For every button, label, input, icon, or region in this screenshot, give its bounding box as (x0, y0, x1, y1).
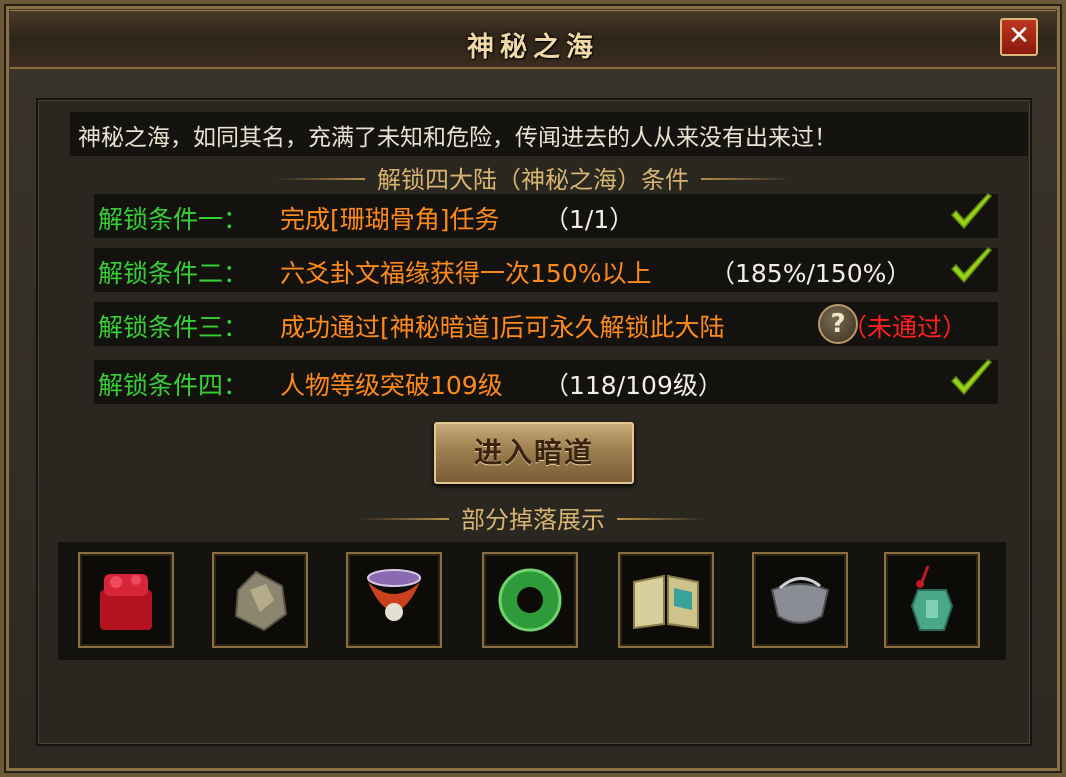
ornament-right (701, 178, 791, 180)
ornament-right (617, 518, 707, 520)
condition-row-4: 解锁条件四： 人物等级突破109级 （118/109级） (94, 359, 998, 404)
check-icon (950, 193, 993, 230)
condition-label: 解锁条件一： (98, 205, 249, 234)
condition-label: 解锁条件二： (98, 259, 249, 288)
conditions-header-text: 解锁四大陆（神秘之海）条件 (377, 166, 689, 194)
red-seal-icon (100, 574, 152, 630)
jade-ring-icon (498, 568, 562, 632)
open-book-icon (633, 574, 699, 630)
title-bar: 神秘之海 (10, 10, 1056, 69)
window-title: 神秘之海 (467, 32, 599, 63)
jade-pendant-icon (910, 565, 954, 631)
drop-slot-1[interactable] (78, 552, 174, 648)
condition-row-3: 解锁条件三： 成功通过[神秘暗道]后可永久解锁此大陆 ? （未通过） (94, 302, 998, 346)
drop-slot-6[interactable] (752, 552, 848, 648)
drop-slot-7[interactable] (884, 552, 980, 648)
drop-slot-3[interactable] (346, 552, 442, 648)
description-text: 神秘之海，如同其名，充满了未知和危险，传闻进去的人从来没有出来过！ (78, 125, 837, 151)
condition-status-failed: （未通过） (842, 313, 968, 342)
condition-task: 人物等级突破109级 (280, 371, 503, 400)
condition-progress: （185%/150%） (710, 259, 912, 288)
drop-slot-4[interactable] (482, 552, 578, 648)
condition-row-2: 解锁条件二： 六爻卦文福缘获得一次150%以上 （185%/150%） (94, 247, 998, 292)
cloth-bag-icon (770, 577, 830, 624)
ornament-left (275, 178, 365, 180)
close-button[interactable]: ✕ (1000, 18, 1038, 56)
drops-header-text: 部分掉落展示 (461, 506, 605, 534)
condition-task: 成功通过[神秘暗道]后可永久解锁此大陆 (280, 313, 725, 342)
stone-ore-icon (234, 570, 288, 632)
condition-task: 六爻卦文福缘获得一次150%以上 (280, 259, 652, 288)
condition-label: 解锁条件三： (98, 313, 249, 342)
condition-label: 解锁条件四： (98, 371, 249, 400)
conditions-header: 解锁四大陆（神秘之海）条件 (0, 160, 1066, 195)
condition-progress: （1/1） (544, 205, 635, 234)
ornate-belt-icon (367, 569, 421, 621)
enter-passage-button[interactable]: 进入暗道 (434, 422, 634, 484)
condition-row-1: 解锁条件一： 完成[珊瑚骨角]任务 （1/1） (94, 193, 998, 238)
condition-progress: （118/109级） (544, 371, 723, 400)
drops-header: 部分掉落展示 (0, 500, 1066, 535)
drop-slot-5[interactable] (618, 552, 714, 648)
check-icon (950, 359, 993, 396)
check-icon (950, 247, 993, 284)
condition-task: 完成[珊瑚骨角]任务 (280, 205, 500, 234)
drop-slot-2[interactable] (212, 552, 308, 648)
ornament-left (359, 518, 449, 520)
